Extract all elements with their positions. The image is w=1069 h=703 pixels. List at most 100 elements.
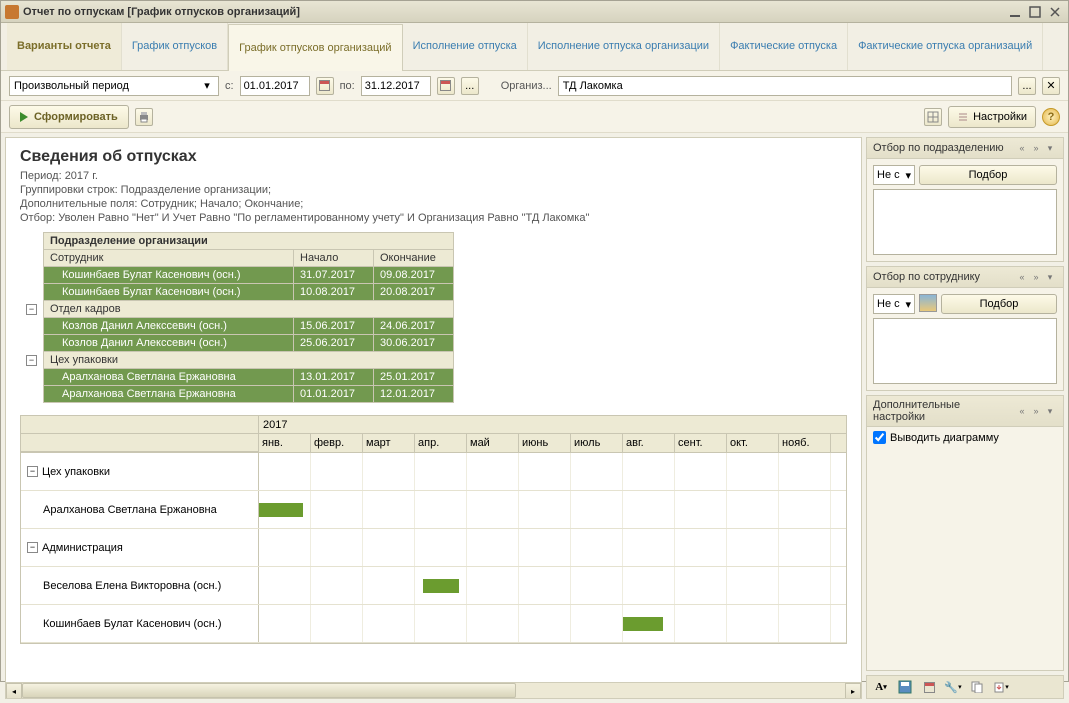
block-title: Дополнительные настройки <box>873 399 1015 423</box>
titlebar: Отчет по отпускам [График отпусков орган… <box>1 1 1068 23</box>
settings-button[interactable]: Настройки <box>948 106 1036 128</box>
table-row[interactable]: Аралханова Светлана Ержановна01.01.20171… <box>20 386 454 403</box>
report-period: Период: 2017 г. <box>20 170 847 182</box>
chevron-down-icon[interactable]: ▾ <box>1043 270 1057 284</box>
block-title: Отбор по подразделению <box>873 142 1015 154</box>
next-icon[interactable]: » <box>1029 404 1043 418</box>
filter-bar: Произвольный период ▾ с: 01.01.2017 по: … <box>1 71 1068 101</box>
dept-pick-button[interactable]: Подбор <box>919 165 1057 185</box>
gantt-bar[interactable] <box>623 617 663 631</box>
period-dropdown[interactable]: Произвольный период ▾ <box>9 76 219 96</box>
emp-pick-button[interactable]: Подбор <box>941 294 1057 314</box>
tab-actual[interactable]: Фактические отпуска <box>720 23 848 70</box>
table-row[interactable]: −Отдел кадров <box>20 301 454 318</box>
gantt-month-header: февр. <box>311 434 363 452</box>
date-to-input[interactable]: 31.12.2017 <box>361 76 431 96</box>
gantt-row[interactable]: Аралханова Светлана Ержановна <box>21 491 846 529</box>
copy-icon[interactable] <box>969 679 985 695</box>
table-row[interactable]: Козлов Данил Алекссевич (осн.)15.06.2017… <box>20 318 454 335</box>
show-diagram-checkbox[interactable] <box>873 431 886 444</box>
gantt-row[interactable]: Кошинбаев Булат Касенович (осн.) <box>21 605 846 643</box>
help-button[interactable]: ? <box>1042 108 1060 126</box>
maximize-button[interactable] <box>1026 4 1044 20</box>
gantt-month-header: июль <box>571 434 623 452</box>
dept-list[interactable] <box>873 189 1057 255</box>
minimize-button[interactable] <box>1006 4 1024 20</box>
scroll-left-button[interactable]: ◂ <box>6 683 22 699</box>
report-filter: Отбор: Уволен Равно "Нет" И Учет Равно "… <box>20 212 847 224</box>
building-icon[interactable] <box>919 294 937 312</box>
tab-actual-org[interactable]: Фактические отпуска организаций <box>848 23 1043 70</box>
chevron-down-icon[interactable]: ▾ <box>1043 404 1057 418</box>
emp-mode-dropdown[interactable]: Не с▾ <box>873 294 915 314</box>
save-icon[interactable] <box>897 679 913 695</box>
tab-schedule[interactable]: График отпусков <box>122 23 228 70</box>
tab-exec[interactable]: Исполнение отпуска <box>403 23 528 70</box>
table-row[interactable]: Кошинбаев Булат Касенович (осн.)10.08.20… <box>20 284 454 301</box>
org-label: Организ... <box>501 80 552 92</box>
collapse-icon[interactable]: − <box>26 355 37 366</box>
report-title: Сведения об отпусках <box>20 148 847 166</box>
gantt-bar[interactable] <box>423 579 459 593</box>
calendar-icon <box>319 80 330 91</box>
collapse-icon[interactable]: − <box>27 466 38 477</box>
gantt-row-label: Цех упаковки <box>42 466 110 478</box>
data-table: Подразделение организации Сотрудник Нача… <box>20 232 454 403</box>
table-row[interactable]: Кошинбаев Булат Касенович (осн.)31.07.20… <box>20 267 454 284</box>
prev-icon[interactable]: « <box>1015 270 1029 284</box>
date-from-input[interactable]: 01.01.2017 <box>240 76 310 96</box>
gantt-row[interactable]: −Администрация <box>21 529 846 567</box>
report-grouping: Группировки строк: Подразделение организ… <box>20 184 847 196</box>
chevron-down-icon[interactable]: ▾ <box>1043 141 1057 155</box>
tab-variants[interactable]: Варианты отчета <box>7 23 122 70</box>
gantt-bar[interactable] <box>259 503 303 517</box>
table-row[interactable]: −Цех упаковки <box>20 352 454 369</box>
calendar-tool-icon[interactable] <box>921 679 937 695</box>
scrollbar-horizontal[interactable]: ◂ ▸ <box>6 682 861 698</box>
tab-exec-org[interactable]: Исполнение отпуска организации <box>528 23 720 70</box>
gantt-year: 2017 <box>259 416 846 434</box>
gantt-row[interactable]: Веселова Елена Викторовна (осн.) <box>21 567 846 605</box>
form-button[interactable]: Сформировать <box>9 105 129 129</box>
table-row[interactable]: Аралханова Светлана Ержановна13.01.20172… <box>20 369 454 386</box>
action-bar: Сформировать Настройки ? <box>1 101 1068 133</box>
label-to: по: <box>340 80 355 92</box>
play-icon <box>20 112 28 122</box>
table-view-button[interactable] <box>924 108 942 126</box>
table-row[interactable]: Козлов Данил Алекссевич (осн.)25.06.2017… <box>20 335 454 352</box>
org-input[interactable]: ТД Лакомка <box>558 76 1012 96</box>
tab-schedule-org[interactable]: График отпусков организаций <box>228 24 402 71</box>
side-panel: Отбор по подразделению « » ▾ Не с▾ Подбо… <box>866 137 1064 699</box>
collapse-icon[interactable]: − <box>27 542 38 553</box>
filter-dept-block: Отбор по подразделению « » ▾ Не с▾ Подбо… <box>866 137 1064 262</box>
next-icon[interactable]: » <box>1029 270 1043 284</box>
prev-icon[interactable]: « <box>1015 141 1029 155</box>
org-picker-button[interactable]: ... <box>1018 77 1036 95</box>
scroll-thumb[interactable] <box>22 683 516 698</box>
font-icon[interactable]: A▾ <box>873 679 889 695</box>
prev-icon[interactable]: « <box>1015 404 1029 418</box>
emp-list[interactable] <box>873 318 1057 384</box>
gantt-month-header: сент. <box>675 434 727 452</box>
collapse-icon[interactable]: − <box>26 304 37 315</box>
calendar-icon <box>440 80 451 91</box>
gantt-row[interactable]: −Цех упаковки <box>21 453 846 491</box>
print-button[interactable] <box>135 108 153 126</box>
export-icon[interactable]: ▾ <box>993 679 1009 695</box>
th-employee: Сотрудник <box>44 250 294 267</box>
gantt-row-label: Веселова Елена Викторовна (осн.) <box>43 580 221 592</box>
calendar-to-button[interactable] <box>437 77 455 95</box>
close-button[interactable] <box>1046 4 1064 20</box>
gantt-row-label: Администрация <box>42 542 123 554</box>
next-icon[interactable]: » <box>1029 141 1043 155</box>
th-start: Начало <box>294 250 374 267</box>
label-from: с: <box>225 80 234 92</box>
wrench-icon[interactable]: 🔧▾ <box>945 679 961 695</box>
scroll-right-button[interactable]: ▸ <box>845 683 861 699</box>
org-clear-button[interactable]: ✕ <box>1042 77 1060 95</box>
grid-icon <box>927 111 939 123</box>
list-icon <box>957 111 969 123</box>
dept-mode-dropdown[interactable]: Не с▾ <box>873 165 915 185</box>
period-picker-button[interactable]: ... <box>461 77 479 95</box>
calendar-from-button[interactable] <box>316 77 334 95</box>
